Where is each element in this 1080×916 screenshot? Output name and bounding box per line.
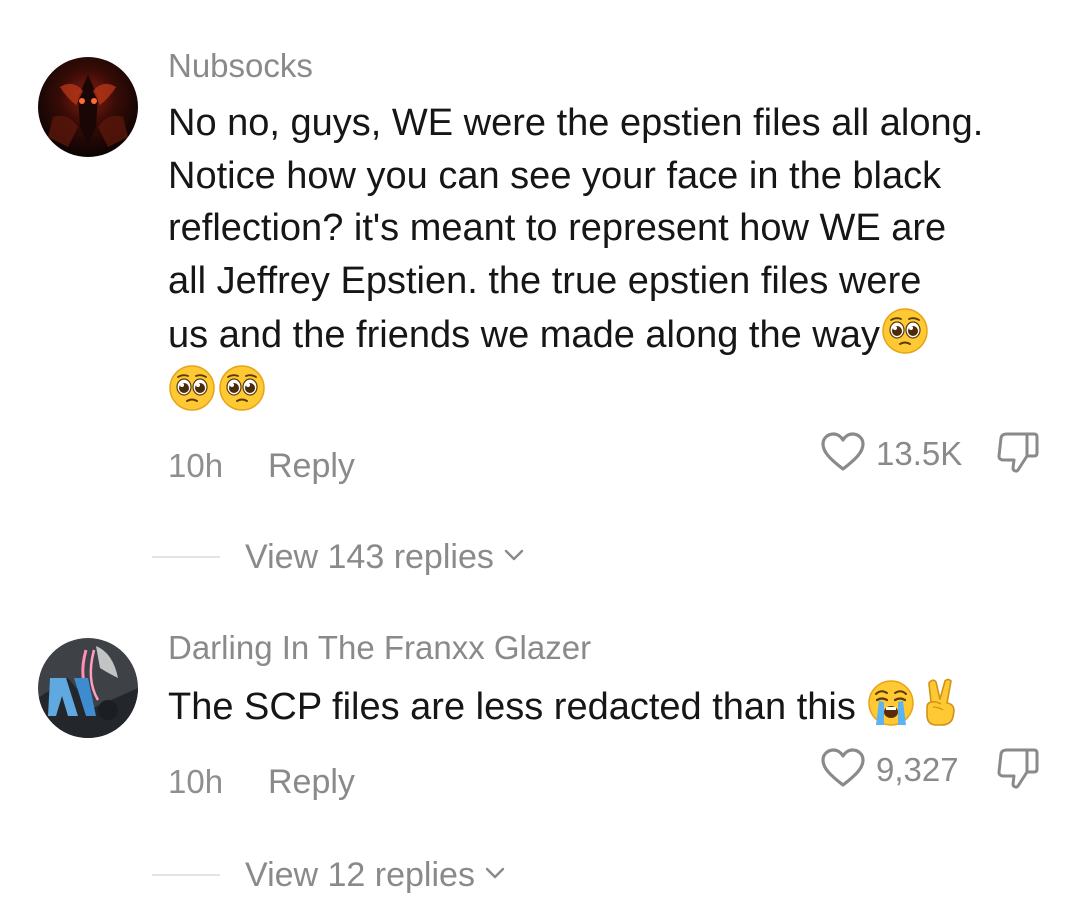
comment-text-line: all Jeffrey Epstien. the true epstien fi… — [168, 259, 922, 302]
comment-username[interactable]: Darling In The Franxx Glazer — [168, 628, 591, 668]
reply-button[interactable]: Reply — [268, 444, 355, 488]
comment-text-line: reflection? it's meant to represent how … — [168, 207, 947, 249]
chevron-down-icon[interactable] — [504, 548, 524, 567]
divider — [152, 556, 220, 558]
emoji-row — [168, 364, 1058, 416]
victory-hand-icon — [921, 677, 961, 727]
comment-text-line: Notice how you can see your face in the … — [168, 154, 942, 197]
comment-actions: 10h Reply 9,327 — [168, 747, 1050, 804]
comment-text: The SCP files are less redacted than thi… — [168, 677, 1058, 734]
chevron-down-icon[interactable] — [485, 866, 505, 885]
pleading-face-icon — [168, 364, 216, 412]
dislike-icon[interactable] — [994, 746, 1042, 797]
view-replies-button[interactable]: View 12 replies — [152, 853, 505, 897]
comment-actions: 10h Reply 13.5K — [168, 431, 1050, 488]
avatar[interactable] — [38, 57, 138, 157]
view-replies-label[interactable]: View 12 replies — [245, 856, 475, 895]
comment-text-line-content: us and the friends we made along the way — [168, 314, 880, 356]
comment-text-line: The SCP files are less redacted than thi… — [168, 677, 1058, 734]
like-button[interactable]: 9,327 — [820, 747, 959, 794]
dislike-icon[interactable] — [994, 430, 1042, 481]
like-count: 13.5K — [876, 435, 963, 472]
comment-text-line: us and the friends we made along the way — [168, 307, 1058, 362]
view-replies-button[interactable]: View 143 replies — [152, 535, 524, 579]
loudly-crying-face-icon — [867, 679, 915, 727]
comment-text-line-content: The SCP files are less redacted than thi… — [168, 686, 856, 728]
reply-button[interactable]: Reply — [268, 760, 355, 804]
view-replies-label[interactable]: View 143 replies — [245, 538, 494, 577]
avatar[interactable] — [38, 638, 138, 738]
comment-username[interactable]: Nubsocks — [168, 46, 313, 86]
comment-time: 10h — [168, 763, 224, 800]
like-count: 9,327 — [876, 751, 959, 788]
comment-text-line: No no, guys, WE were the epstien files a… — [168, 102, 984, 144]
divider — [152, 874, 220, 876]
pleading-face-icon — [881, 307, 929, 355]
comment-text: No no, guys, WE were the epstien files a… — [168, 97, 1058, 416]
comment-time: 10h — [168, 447, 224, 484]
pleading-face-icon — [218, 364, 266, 412]
heart-icon[interactable] — [820, 431, 866, 478]
heart-icon[interactable] — [820, 747, 866, 794]
like-button[interactable]: 13.5K — [820, 431, 963, 478]
